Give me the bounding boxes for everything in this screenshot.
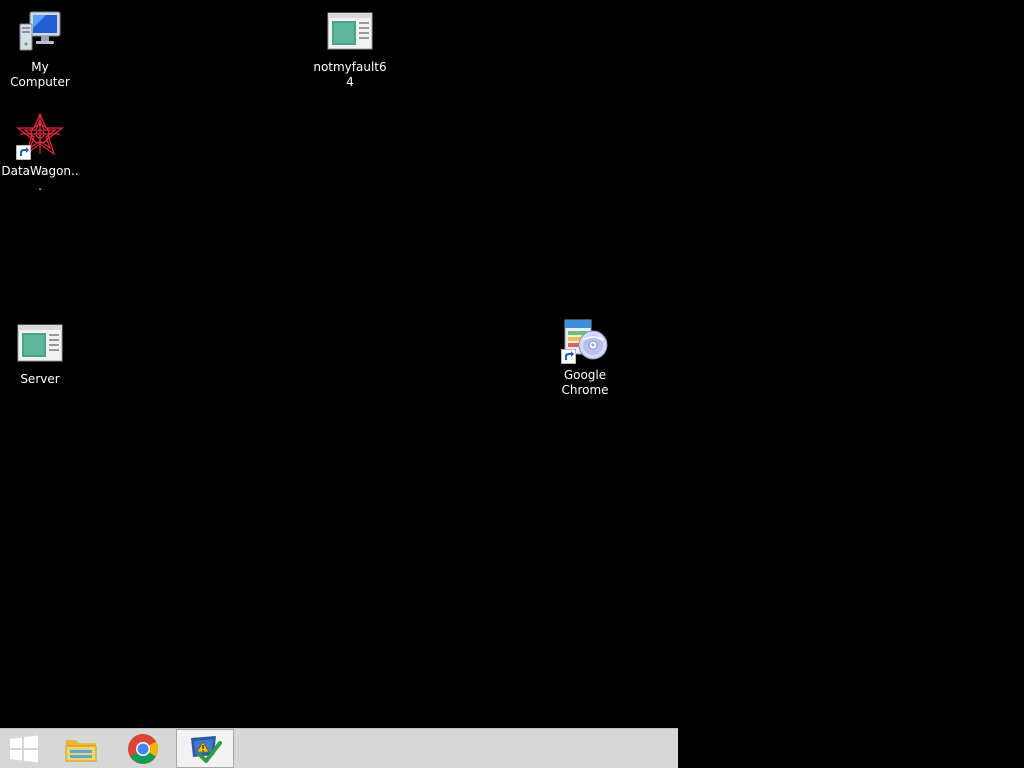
shortcut-arrow-icon: [561, 349, 576, 364]
installer-disc-icon: [561, 316, 609, 364]
application-window-icon: [16, 320, 64, 368]
shortcut-arrow-icon: [16, 145, 31, 160]
computer-icon: [16, 8, 64, 56]
action-center-flag-icon: [191, 735, 222, 763]
desktop-icon-label: My Computer: [10, 60, 70, 89]
desktop-icon-datawagon[interactable]: DataWagon...: [0, 112, 80, 194]
datawagon-app-icon: [16, 112, 64, 160]
desktop-icon-notmyfault64[interactable]: notmyfault64: [310, 8, 390, 90]
action-center-taskbar-button[interactable]: [176, 729, 234, 768]
folder-icon: [65, 739, 97, 761]
desktop-icon-label: DataWagon...: [1, 164, 79, 193]
desktop-icon-server[interactable]: Server: [0, 320, 80, 387]
start-button[interactable]: [0, 729, 48, 768]
desktop-icon-label: notmyfault64: [313, 60, 387, 89]
desktop-icon-my-computer[interactable]: My Computer: [0, 8, 80, 90]
application-window-icon: [326, 8, 374, 56]
desktop-icon-google-chrome[interactable]: Google Chrome: [544, 316, 626, 398]
desktop-icon-label: Server: [20, 372, 60, 386]
taskbar: [0, 728, 678, 768]
desktop[interactable]: My Computer notmyfault64 DataWagon... Se…: [0, 0, 1024, 728]
chrome-icon: [128, 733, 159, 764]
chrome-taskbar-button[interactable]: [118, 729, 168, 768]
file-explorer-button[interactable]: [56, 729, 106, 768]
desktop-icon-label: Google Chrome: [561, 368, 609, 397]
windows-logo-icon: [10, 735, 38, 762]
